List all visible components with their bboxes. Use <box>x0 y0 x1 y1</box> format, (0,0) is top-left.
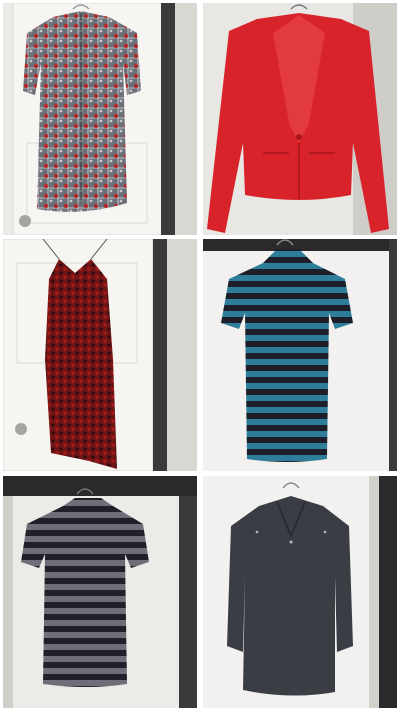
photo-charcoal-blouse <box>203 476 397 708</box>
photo-red-blazer <box>203 3 397 235</box>
photo-floral-shirt-dress <box>3 3 197 235</box>
photo-gray-striped-top <box>3 476 197 708</box>
photo-red-lace-dress <box>3 239 197 471</box>
clothing-collage <box>0 0 400 711</box>
photo-teal-striped-top <box>203 239 397 471</box>
